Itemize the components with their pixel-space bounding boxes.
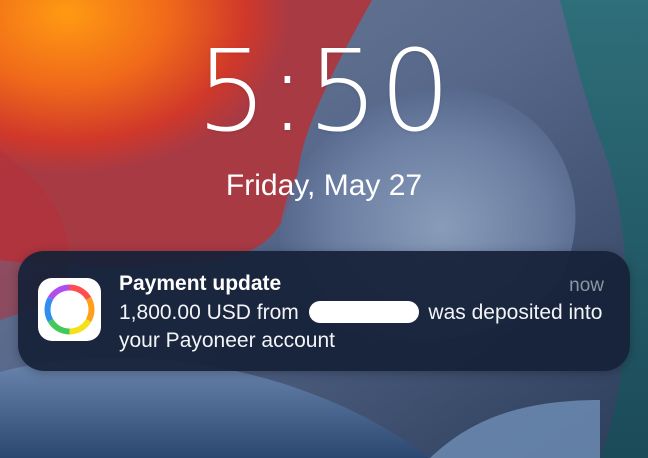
notification-body-start: 1,800.00 USD from bbox=[119, 301, 305, 324]
notification-card[interactable]: Payment update now 1,800.00 USD from was… bbox=[18, 251, 630, 371]
notification-body: 1,800.00 USD from was deposited into you… bbox=[119, 299, 609, 355]
payoneer-ring-icon bbox=[38, 278, 101, 341]
notification-time: now bbox=[569, 275, 604, 296]
lock-date: Friday, May 27 bbox=[225, 169, 423, 202]
notification-title: Payment update bbox=[119, 272, 282, 295]
redaction-mark bbox=[308, 301, 419, 323]
lock-clock: 5:50 bbox=[196, 27, 452, 157]
lock-screen: 5:50 Friday, May 27 Payment update now 1… bbox=[0, 0, 648, 458]
